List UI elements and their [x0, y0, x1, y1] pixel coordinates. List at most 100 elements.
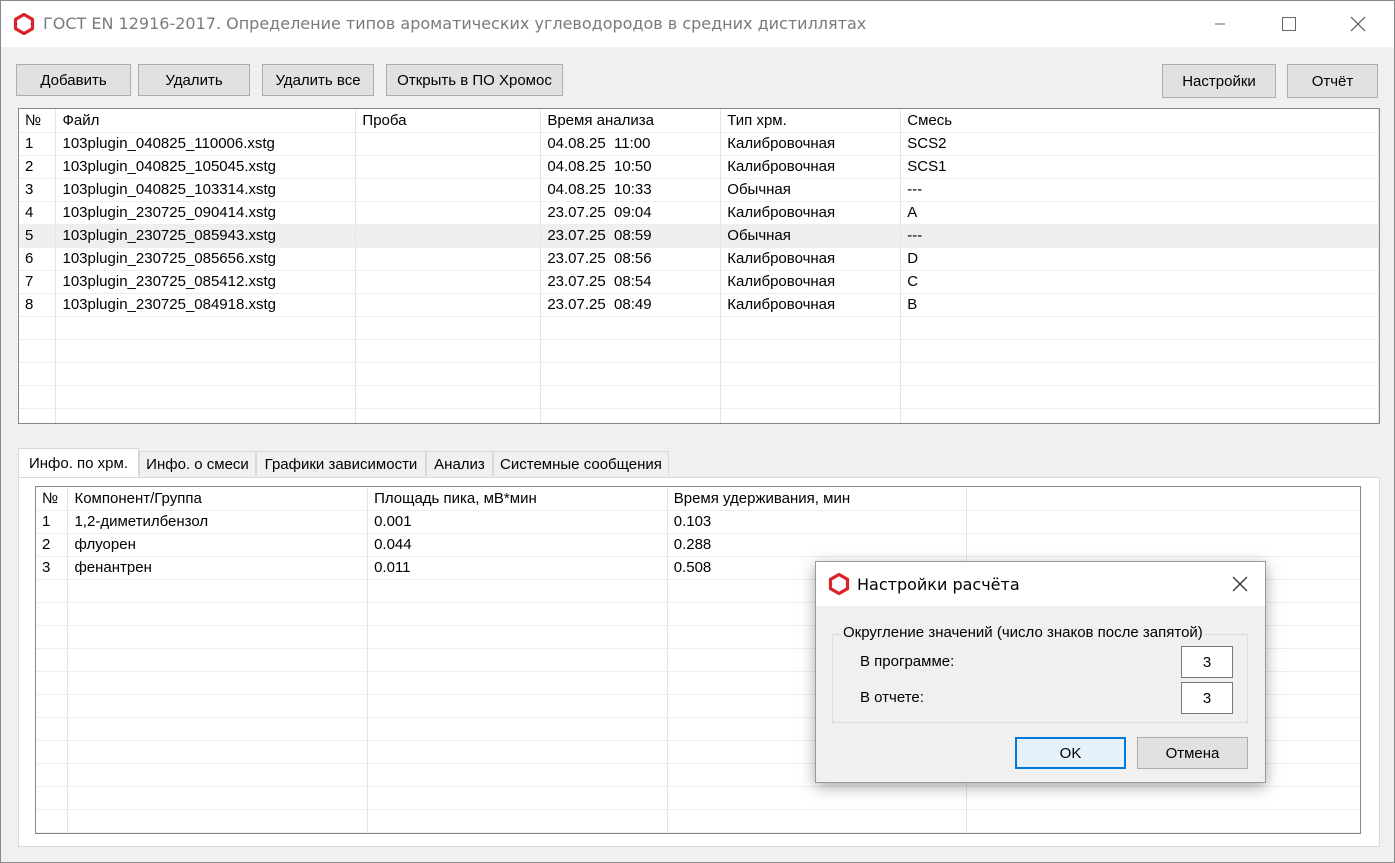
cell-chrom-type: Калибровочная: [720, 247, 902, 271]
table-row-selected[interactable]: 5 103plugin_230725_085943.xstg 23.07.25 …: [19, 224, 1379, 248]
rounding-group-title: Округление значений (число знаков после …: [841, 624, 1205, 641]
header-analysis-time[interactable]: Время анализа: [540, 109, 722, 133]
main-window: ГОСТ EN 12916-2017. Определение типов ар…: [0, 0, 1395, 863]
table-row[interactable]: 1 103plugin_040825_110006.xstg 04.08.25 …: [19, 132, 1379, 156]
table-row[interactable]: 2 флуорен 0.044 0.288: [36, 533, 1360, 557]
report-button[interactable]: Отчёт: [1287, 64, 1378, 98]
table-row[interactable]: 1 1,2-диметилбензол 0.001 0.103: [36, 510, 1360, 534]
components-table-header: № Компонент/Группа Площадь пика, мВ*мин …: [36, 487, 1360, 511]
cell-component: 1,2-диметилбензол: [67, 510, 369, 534]
close-icon[interactable]: [1230, 574, 1250, 594]
cell-mixture: A: [900, 201, 1379, 225]
cell-file: 103plugin_040825_110006.xstg: [55, 132, 357, 156]
empty-row: [19, 339, 1379, 363]
header-sample[interactable]: Проба: [355, 109, 542, 133]
cell-mixture: ---: [900, 224, 1379, 248]
cell-component: флуорен: [67, 533, 369, 557]
cell-analysis-time: 04.08.25 11:00: [540, 132, 722, 156]
in-program-label: В программе:: [860, 653, 955, 670]
dialog-title-bar[interactable]: Настройки расчёта: [816, 562, 1265, 606]
cell-peak-area: 0.011: [367, 556, 668, 580]
table-row[interactable]: 2 103plugin_040825_105045.xstg 04.08.25 …: [19, 155, 1379, 179]
table-row[interactable]: 3 103plugin_040825_103314.xstg 04.08.25 …: [19, 178, 1379, 202]
minimize-button[interactable]: [1197, 1, 1243, 47]
table-row[interactable]: 4 103plugin_230725_090414.xstg 23.07.25 …: [19, 201, 1379, 225]
close-button[interactable]: [1335, 1, 1381, 47]
header-chrom-type[interactable]: Тип хрм.: [720, 109, 902, 133]
calc-settings-dialog: Настройки расчёта Округление значений (ч…: [815, 561, 1266, 783]
header-number[interactable]: №: [19, 109, 57, 133]
in-program-input[interactable]: 3: [1181, 646, 1233, 678]
open-in-chromos-button[interactable]: Открыть в ПО Хромос: [386, 64, 563, 96]
cell-number: 2: [19, 155, 57, 179]
cell-file: 103plugin_230725_090414.xstg: [55, 201, 357, 225]
in-report-label: В отчете:: [860, 689, 924, 706]
cell-chrom-type: Калибровочная: [720, 132, 902, 156]
dialog-title: Настройки расчёта: [857, 575, 1020, 594]
files-table[interactable]: № Файл Проба Время анализа Тип хрм. Смес…: [18, 108, 1380, 424]
cell-sample: [355, 224, 542, 248]
empty-row: [19, 385, 1379, 409]
tab-mixture-info[interactable]: Инфо. о смеси: [139, 451, 256, 476]
cell-mixture: D: [900, 247, 1379, 271]
header-retention-time[interactable]: Время удерживания, мин: [667, 487, 968, 511]
cell-chrom-type: Обычная: [720, 178, 902, 202]
cell-mixture: SCS2: [900, 132, 1379, 156]
cell-sample: [355, 293, 542, 317]
table-row[interactable]: 7 103plugin_230725_085412.xstg 23.07.25 …: [19, 270, 1379, 294]
tab-dependency-graphs[interactable]: Графики зависимости: [256, 451, 426, 476]
tab-analysis[interactable]: Анализ: [426, 451, 493, 476]
cancel-button[interactable]: Отмена: [1137, 737, 1248, 769]
header-number[interactable]: №: [36, 487, 69, 511]
cell-file: 103plugin_040825_105045.xstg: [55, 155, 357, 179]
header-peak-area[interactable]: Площадь пика, мВ*мин: [367, 487, 668, 511]
cell-mixture: B: [900, 293, 1379, 317]
table-row[interactable]: 8 103plugin_230725_084918.xstg 23.07.25 …: [19, 293, 1379, 317]
cell-file: 103plugin_230725_084918.xstg: [55, 293, 357, 317]
cell-number: 6: [19, 247, 57, 271]
empty-row: [36, 809, 1360, 833]
in-report-input[interactable]: 3: [1181, 682, 1233, 714]
empty-row: [36, 786, 1360, 810]
empty-row: [19, 408, 1379, 423]
empty-row: [19, 316, 1379, 340]
rounding-group: Округление значений (число знаков после …: [832, 624, 1248, 723]
app-logo-icon: [13, 13, 35, 35]
cell-number: 1: [36, 510, 69, 534]
ok-button[interactable]: OK: [1015, 737, 1126, 769]
cell-peak-area: 0.001: [367, 510, 668, 534]
header-mixture[interactable]: Смесь: [900, 109, 1379, 133]
cell-chrom-type: Калибровочная: [720, 155, 902, 179]
settings-button[interactable]: Настройки: [1162, 64, 1276, 98]
cell-sample: [355, 247, 542, 271]
window-title: ГОСТ EN 12916-2017. Определение типов ар…: [43, 14, 867, 33]
cell-chrom-type: Калибровочная: [720, 201, 902, 225]
add-button[interactable]: Добавить: [16, 64, 131, 96]
header-empty: [966, 487, 1360, 511]
cell-sample: [355, 155, 542, 179]
table-row[interactable]: 6 103plugin_230725_085656.xstg 23.07.25 …: [19, 247, 1379, 271]
cell-number: 4: [19, 201, 57, 225]
minimize-icon: [1215, 23, 1225, 25]
cell-mixture: C: [900, 270, 1379, 294]
cell-number: 2: [36, 533, 69, 557]
cell-retention-time: 0.288: [667, 533, 968, 557]
tab-chrom-info[interactable]: Инфо. по хрм.: [18, 448, 139, 478]
maximize-button[interactable]: [1266, 1, 1312, 47]
cell-analysis-time: 23.07.25 08:59: [540, 224, 722, 248]
cell-number: 8: [19, 293, 57, 317]
cell-chrom-type: Калибровочная: [720, 293, 902, 317]
cell-file: 103plugin_230725_085412.xstg: [55, 270, 357, 294]
cell-peak-area: 0.044: [367, 533, 668, 557]
cell-mixture: ---: [900, 178, 1379, 202]
header-file[interactable]: Файл: [55, 109, 357, 133]
cell-analysis-time: 23.07.25 08:56: [540, 247, 722, 271]
header-component[interactable]: Компонент/Группа: [67, 487, 369, 511]
cell-file: 103plugin_230725_085943.xstg: [55, 224, 357, 248]
title-bar[interactable]: ГОСТ EN 12916-2017. Определение типов ар…: [1, 1, 1394, 47]
delete-all-button[interactable]: Удалить все: [262, 64, 374, 96]
tab-system-messages[interactable]: Системные сообщения: [493, 451, 669, 476]
cell-sample: [355, 132, 542, 156]
delete-button[interactable]: Удалить: [138, 64, 250, 96]
cell-sample: [355, 201, 542, 225]
